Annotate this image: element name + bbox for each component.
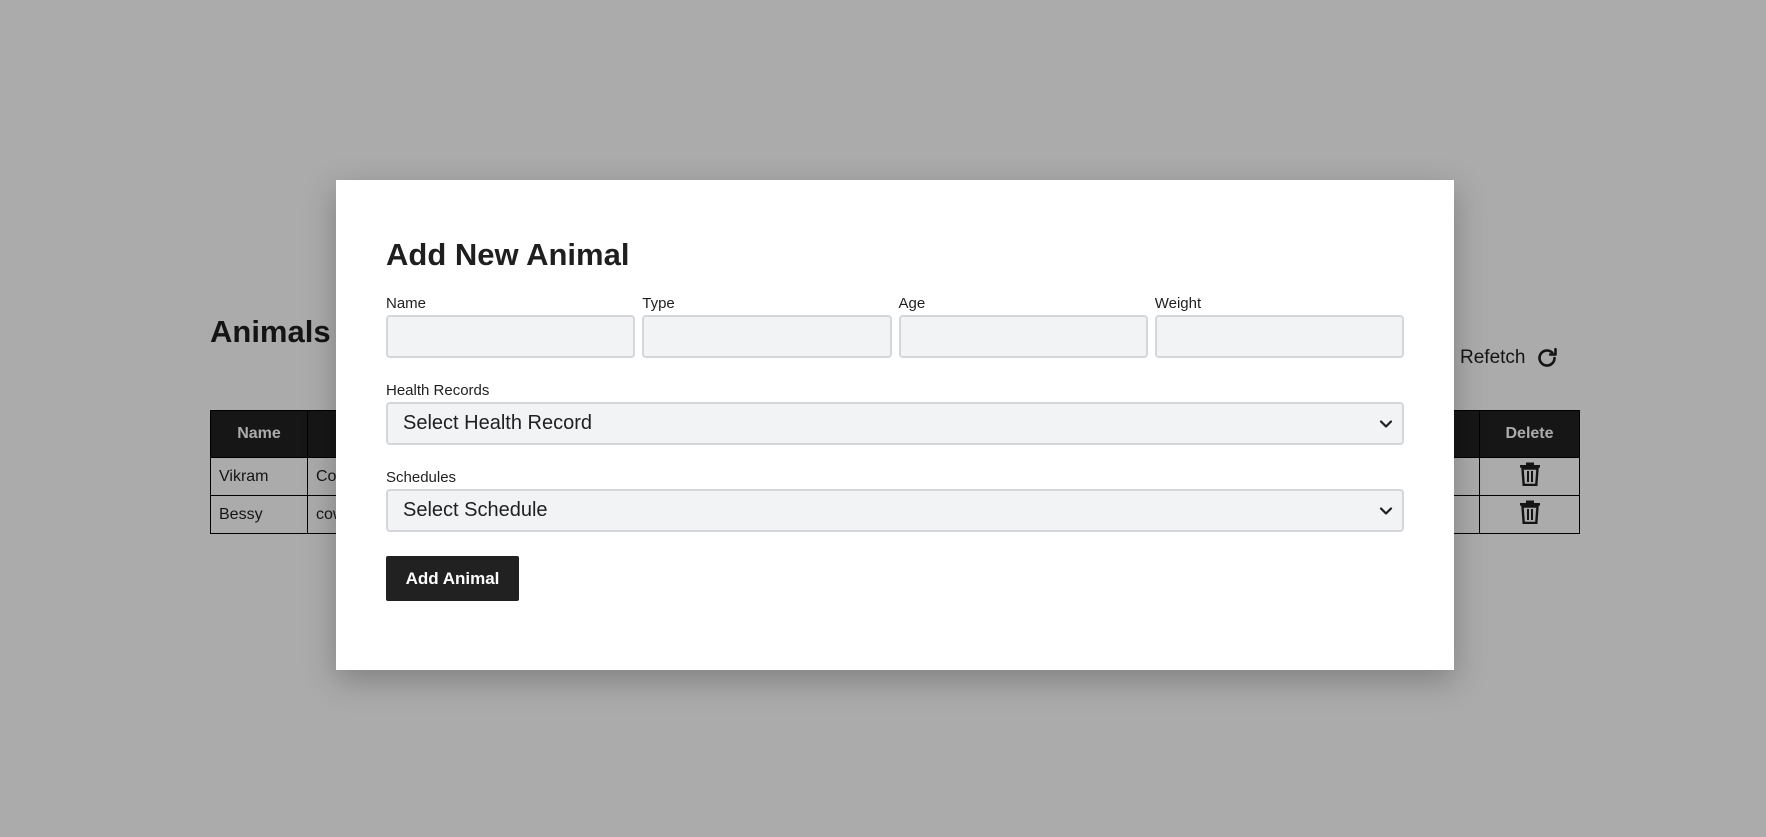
schedules-selected: Select Schedule <box>403 499 548 521</box>
name-label: Name <box>386 295 427 312</box>
type-input[interactable] <box>642 315 892 358</box>
weight-field: Weight <box>1154 295 1404 358</box>
schedules-label: Schedules <box>386 469 457 486</box>
age-field: Age <box>898 295 1148 358</box>
add-animal-modal: Add New Animal Name Type Age Weight Heal… <box>336 180 1454 670</box>
name-input[interactable] <box>386 315 636 358</box>
health-records-selected: Select Health Record <box>403 412 592 434</box>
age-label: Age <box>898 295 926 312</box>
type-field: Type <box>642 295 892 358</box>
type-label: Type <box>642 295 675 312</box>
health-records-label: Health Records <box>386 382 490 399</box>
chevron-down-icon <box>1378 416 1394 432</box>
add-animal-button[interactable]: Add Animal <box>386 556 519 601</box>
health-records-field: Health Records Select Health Record <box>386 382 1404 445</box>
weight-label: Weight <box>1154 295 1202 312</box>
animal-fields-row: Name Type Age Weight <box>386 295 1404 358</box>
chevron-down-icon <box>1378 503 1394 519</box>
weight-input[interactable] <box>1154 315 1404 358</box>
modal-title: Add New Animal <box>386 237 630 272</box>
name-field: Name <box>386 295 636 358</box>
age-input[interactable] <box>898 315 1148 358</box>
schedules-select[interactable]: Select Schedule <box>386 489 1404 532</box>
schedules-field: Schedules Select Schedule <box>386 469 1404 532</box>
health-records-select[interactable]: Select Health Record <box>386 402 1404 445</box>
